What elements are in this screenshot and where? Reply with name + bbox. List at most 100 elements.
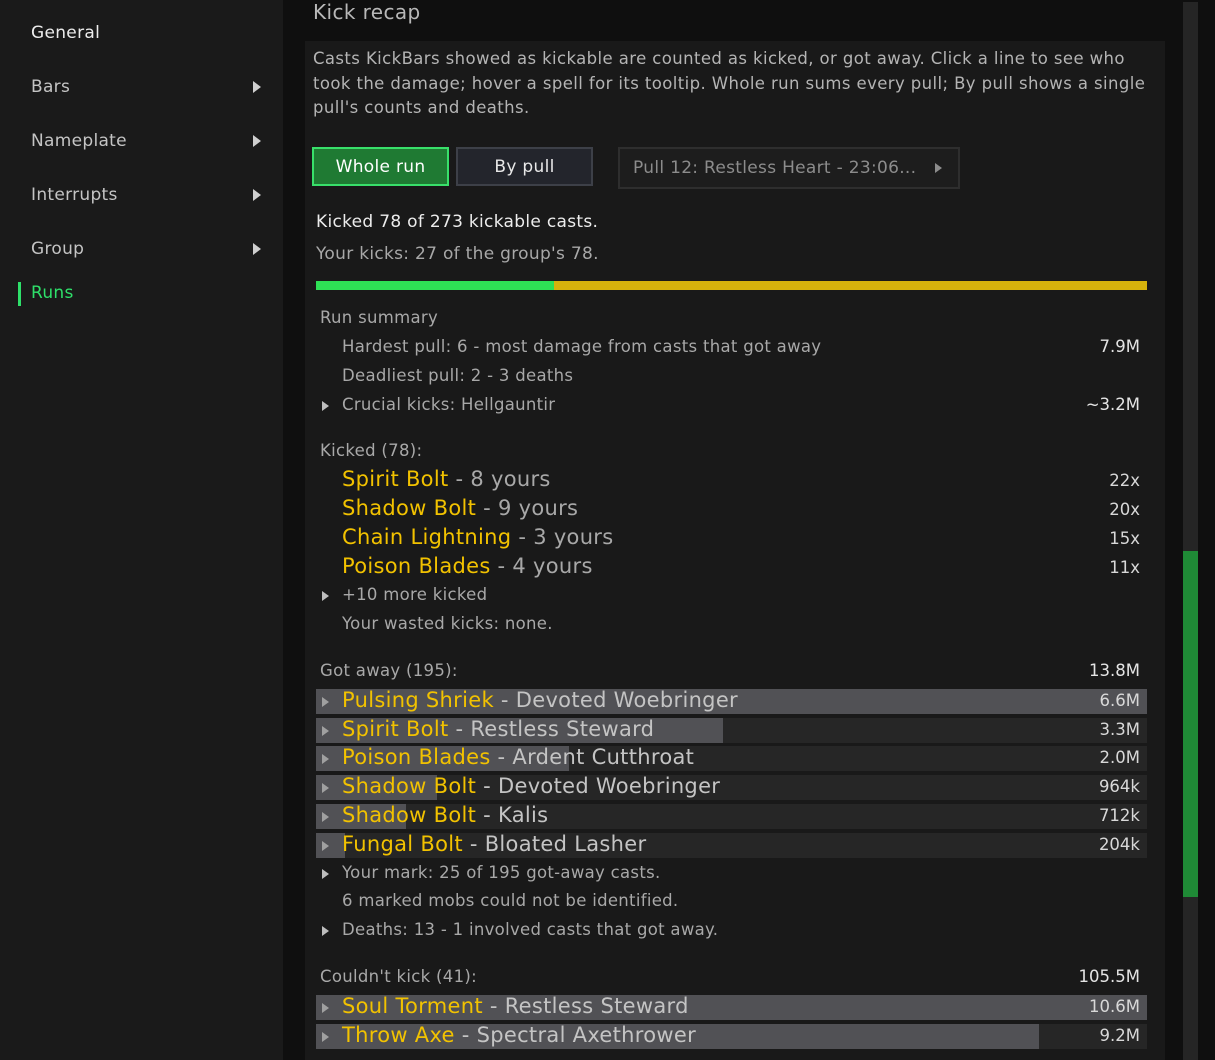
expand-triangle-icon[interactable] [322, 401, 329, 411]
kicked-spell-row[interactable]: Spirit Bolt - 8 yours 22x [316, 467, 1147, 495]
spell-detail: - 9 yours [476, 496, 579, 520]
sidebar-item-interrupts[interactable]: Interrupts [31, 180, 271, 210]
expand-triangle-icon[interactable] [322, 841, 329, 851]
deaths-row[interactable]: Deaths: 13 - 1 involved casts that got a… [316, 920, 1147, 942]
expand-triangle-icon[interactable] [322, 812, 329, 822]
deadliest-pull-row[interactable]: Deadliest pull: 2 - 3 deaths [316, 366, 1147, 388]
couldnt-kick-total-row: 105.5M [316, 967, 1147, 989]
expand-triangle-icon[interactable] [322, 697, 329, 707]
damage-value: 9.2M [1099, 1026, 1140, 1045]
damage-bar [316, 833, 346, 858]
wasted-kicks-label: Your wasted kicks: none. [342, 614, 553, 633]
sidebar-item-nameplate[interactable]: Nameplate [31, 126, 271, 156]
kicked-spell-row[interactable]: Poison Blades - 4 yours 11x [316, 554, 1147, 582]
crucial-kicks-label: Crucial kicks: Hellgauntir [342, 395, 556, 414]
got-away-spell-row[interactable]: Shadow Bolt - Devoted Woebringer 964k [316, 774, 1147, 800]
damage-value: 204k [1098, 835, 1140, 854]
got-away-spell-row[interactable]: Poison Blades - Ardent Cutthroat 2.0M [316, 745, 1147, 771]
more-kicked-label: +10 more kicked [342, 585, 488, 604]
got-away-spell-row[interactable]: Shadow Bolt - Kalis 712k [316, 803, 1147, 829]
got-away-spell-row[interactable]: Fungal Bolt - Bloated Lasher 204k [316, 832, 1147, 858]
spell-name[interactable]: Pulsing Shriek [342, 688, 494, 712]
chevron-right-icon [253, 189, 261, 201]
more-kicked-row[interactable]: +10 more kicked [316, 585, 1147, 607]
caster-detail: - Devoted Woebringer [476, 774, 721, 798]
expand-triangle-icon[interactable] [322, 783, 329, 793]
sidebar: General Bars Nameplate Interrupts Group … [0, 0, 283, 1060]
spell-detail: - 4 yours [490, 554, 593, 578]
hardest-pull-row[interactable]: Hardest pull: 6 - most damage from casts… [316, 337, 1147, 359]
kicked-heading: Kicked (78): [320, 441, 423, 460]
pull-select-dropdown[interactable]: Pull 12: Restless Heart - 23:06... [618, 147, 960, 189]
sidebar-item-bars[interactable]: Bars [31, 72, 271, 102]
expand-triangle-icon[interactable] [322, 591, 329, 601]
got-away-spell-text: Poison Blades - Ardent Cutthroat [342, 745, 694, 769]
spell-name[interactable]: Soul Torment [342, 994, 483, 1018]
caster-detail: - Ardent Cutthroat [490, 745, 695, 769]
kicked-spell-text: Chain Lightning - 3 yours [342, 525, 613, 549]
scrollbar-thumb[interactable] [1183, 551, 1198, 897]
your-mark-label: Your mark: 25 of 195 got-away casts. [342, 863, 661, 882]
sidebar-item-label: Runs [31, 283, 74, 303]
kicked-total-text: Kicked 78 of 273 kickable casts. [316, 212, 599, 232]
expand-triangle-icon[interactable] [322, 869, 329, 879]
expand-triangle-icon[interactable] [322, 726, 329, 736]
sidebar-item-runs[interactable]: Runs [31, 278, 271, 308]
spell-name[interactable]: Spirit Bolt [342, 467, 449, 491]
expand-triangle-icon[interactable] [322, 926, 329, 936]
spell-name[interactable]: Throw Axe [342, 1023, 455, 1047]
kick-progress-fill [316, 281, 554, 290]
crucial-kicks-row[interactable]: Crucial kicks: Hellgauntir ~3.2M [316, 395, 1147, 417]
caster-detail: - Bloated Lasher [462, 832, 647, 856]
kick-count: 20x [1109, 500, 1140, 519]
got-away-total-row: 13.8M [316, 661, 1147, 683]
expand-triangle-icon[interactable] [322, 1003, 329, 1013]
spell-name[interactable]: Shadow Bolt [342, 774, 476, 798]
couldnt-kick-spell-row[interactable]: Throw Axe - Spectral Axethrower 9.2M [316, 1023, 1147, 1049]
kick-count: 11x [1109, 558, 1140, 577]
spell-name[interactable]: Poison Blades [342, 745, 491, 769]
spell-detail: - 8 yours [448, 467, 551, 491]
expand-triangle-icon[interactable] [322, 754, 329, 764]
by-pull-button[interactable]: By pull [456, 147, 593, 186]
caster-detail: - Spectral Axethrower [454, 1023, 697, 1047]
couldnt-kick-spell-row[interactable]: Soul Torment - Restless Steward 10.6M [316, 994, 1147, 1020]
damage-value: 964k [1098, 777, 1140, 796]
got-away-total: 13.8M [1089, 661, 1140, 680]
kicked-spell-row[interactable]: Shadow Bolt - 9 yours 20x [316, 496, 1147, 524]
got-away-spell-text: Pulsing Shriek - Devoted Woebringer [342, 688, 738, 712]
expand-triangle-icon[interactable] [322, 1032, 329, 1042]
wasted-kicks-row: Your wasted kicks: none. [316, 614, 1147, 636]
sidebar-item-label: Group [31, 239, 85, 259]
kicked-spell-text: Spirit Bolt - 8 yours [342, 467, 551, 491]
got-away-spell-text: Fungal Bolt - Bloated Lasher [342, 832, 646, 856]
got-away-spell-row[interactable]: Spirit Bolt - Restless Steward 3.3M [316, 717, 1147, 743]
kick-count: 22x [1109, 471, 1140, 490]
chevron-right-icon [253, 135, 261, 147]
spell-name[interactable]: Poison Blades [342, 554, 491, 578]
sidebar-item-general[interactable]: General [31, 18, 271, 48]
couldnt-kick-spell-text: Throw Axe - Spectral Axethrower [342, 1023, 696, 1047]
couldnt-kick-spell-text: Soul Torment - Restless Steward [342, 994, 689, 1018]
your-mark-row[interactable]: Your mark: 25 of 195 got-away casts. [316, 863, 1147, 885]
spell-name[interactable]: Fungal Bolt [342, 832, 463, 856]
damage-value: 2.0M [1099, 748, 1140, 767]
kicked-spell-text: Shadow Bolt - 9 yours [342, 496, 578, 520]
spell-detail: - 3 yours [511, 525, 614, 549]
spell-name[interactable]: Shadow Bolt [342, 496, 476, 520]
hardest-pull-label: Hardest pull: 6 - most damage from casts… [342, 337, 822, 356]
spell-name[interactable]: Spirit Bolt [342, 717, 449, 741]
couldnt-kick-total: 105.5M [1078, 967, 1140, 986]
got-away-spell-row[interactable]: Pulsing Shriek - Devoted Woebringer 6.6M [316, 688, 1147, 714]
sidebar-item-group[interactable]: Group [31, 234, 271, 264]
kicked-spell-row[interactable]: Chain Lightning - 3 yours 15x [316, 525, 1147, 553]
spell-name[interactable]: Chain Lightning [342, 525, 511, 549]
whole-run-button[interactable]: Whole run [312, 147, 449, 186]
unidentified-label: 6 marked mobs could not be identified. [342, 891, 679, 910]
pull-select-value: Pull 12: Restless Heart - 23:06... [633, 158, 917, 178]
spell-name[interactable]: Shadow Bolt [342, 803, 476, 827]
kick-progress-bar [316, 281, 1147, 290]
scrollbar-track[interactable] [1183, 2, 1198, 1060]
your-kicks-text: Your kicks: 27 of the group's 78. [316, 244, 599, 264]
hardest-pull-value: 7.9M [1099, 337, 1140, 356]
